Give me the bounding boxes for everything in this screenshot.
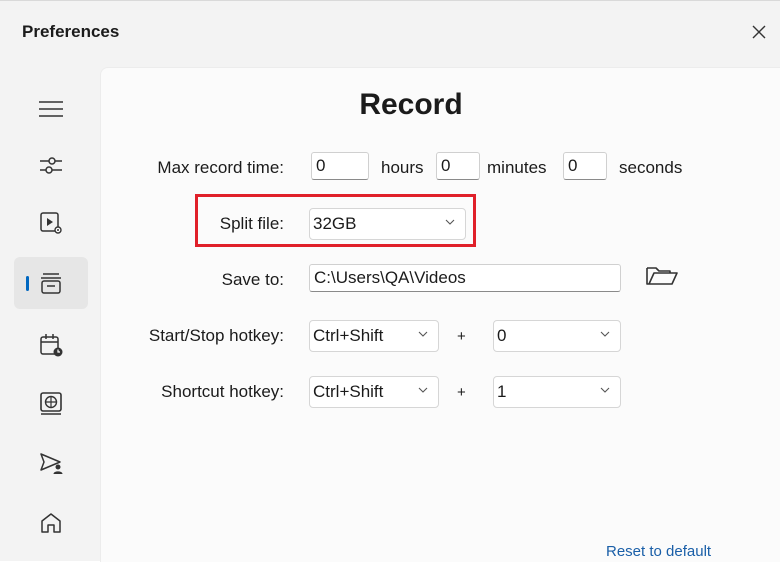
max-record-time-label: Max record time:: [157, 158, 284, 177]
minutes-unit-label: minutes: [487, 158, 547, 177]
hours-unit-label: hours: [381, 158, 424, 177]
send-user-icon: [40, 453, 63, 474]
chevron-down-icon: [600, 331, 610, 337]
highlight-box: [195, 194, 476, 247]
browse-folder-button[interactable]: [645, 263, 679, 289]
active-indicator: [26, 276, 29, 291]
minutes-input[interactable]: 0: [436, 152, 480, 180]
shortcut-key-value: 1: [497, 382, 507, 401]
video-settings-icon: [40, 212, 62, 234]
close-button[interactable]: [742, 15, 776, 49]
start-stop-key-select[interactable]: 0: [493, 320, 621, 352]
sidebar-item-record[interactable]: [14, 257, 88, 309]
seconds-unit-label: seconds: [619, 158, 683, 177]
seconds-input[interactable]: 0: [563, 152, 607, 180]
reset-to-default-link[interactable]: Reset to default: [606, 543, 711, 560]
plus-separator: +: [457, 328, 466, 345]
sidebar-item-menu[interactable]: [14, 83, 88, 135]
hours-input[interactable]: 0: [311, 152, 369, 180]
save-to-label: Save to:: [221, 270, 284, 289]
close-icon: [752, 25, 766, 39]
sidebar: [0, 71, 100, 562]
sidebar-item-home[interactable]: [14, 497, 88, 549]
chevron-down-icon: [418, 331, 428, 337]
record-tray-icon: [41, 273, 61, 294]
sidebar-item-video[interactable]: [14, 197, 88, 249]
plus-separator: +: [457, 384, 466, 401]
shortcut-modifier-select[interactable]: Ctrl+Shift: [309, 376, 439, 408]
sidebar-item-share[interactable]: [14, 437, 88, 489]
start-stop-modifier-select[interactable]: Ctrl+Shift: [309, 320, 439, 352]
sidebar-item-schedule[interactable]: [14, 319, 88, 371]
preferences-window: Preferences Record Max record time: 0 ho…: [0, 0, 780, 562]
home-icon: [41, 513, 61, 533]
start-stop-hotkey-label: Start/Stop hotkey:: [148, 326, 284, 345]
shortcut-hotkey-label: Shortcut hotkey:: [161, 382, 284, 401]
shortcut-key-select[interactable]: 1: [493, 376, 621, 408]
page-title: Record: [359, 88, 463, 121]
start-stop-key-value: 0: [497, 326, 507, 345]
chevron-down-icon: [600, 387, 610, 393]
start-stop-modifier-value: Ctrl+Shift: [313, 326, 384, 345]
record-settings-panel: Record: [100, 67, 780, 562]
folder-open-icon: [646, 267, 678, 285]
sliders-icon: [40, 157, 62, 174]
save-path-input[interactable]: C:\Users\QA\Videos: [309, 264, 621, 292]
sidebar-item-web[interactable]: [14, 377, 88, 429]
chevron-down-icon: [418, 387, 428, 393]
title-bar: Preferences: [0, 1, 780, 61]
window-title: Preferences: [22, 22, 120, 41]
menu-icon: [39, 101, 63, 117]
calendar-clock-icon: [40, 334, 63, 357]
sidebar-item-general[interactable]: [14, 139, 88, 191]
shortcut-modifier-value: Ctrl+Shift: [313, 382, 384, 401]
web-globe-icon: [40, 392, 62, 415]
